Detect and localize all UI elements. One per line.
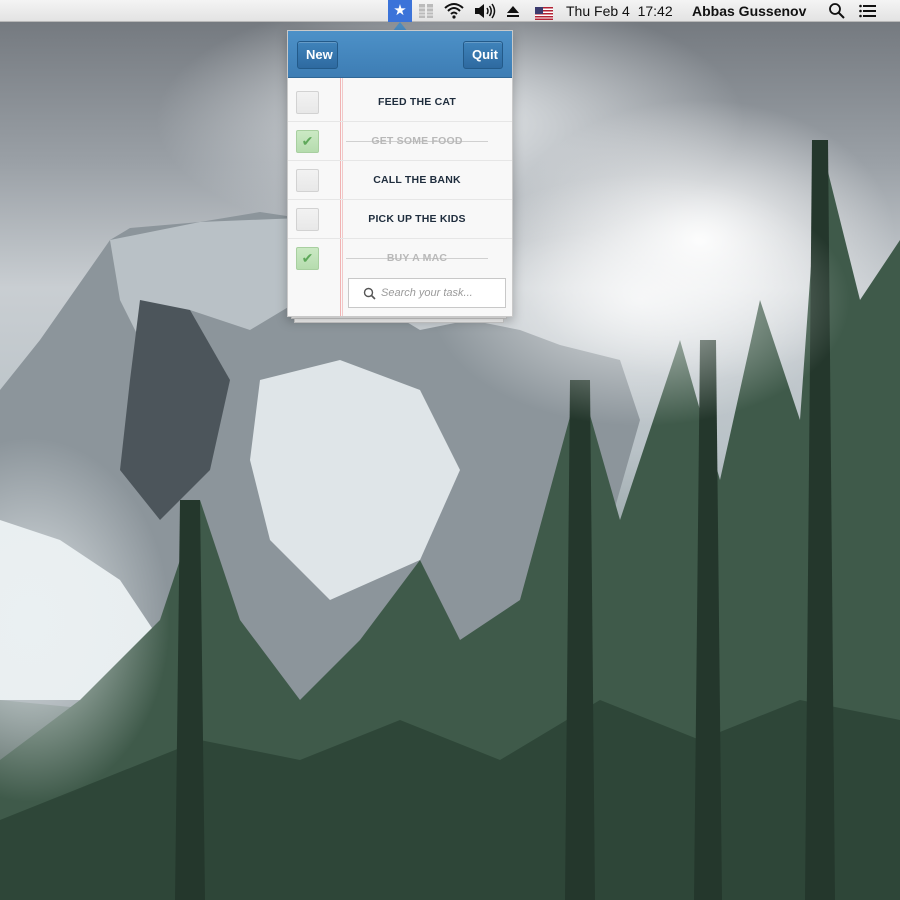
eject-icon[interactable] xyxy=(505,0,521,22)
new-button[interactable]: New xyxy=(297,41,338,69)
wifi-icon[interactable] xyxy=(443,0,465,22)
popover-stack-shadow xyxy=(294,318,504,323)
task-label: GET SOME FOOD xyxy=(371,135,463,147)
checkmark-icon[interactable]: ✔ xyxy=(296,130,319,153)
task-row[interactable]: ✔ BUY A MAC xyxy=(288,239,512,278)
date-time[interactable]: Thu Feb 4 17:42 xyxy=(566,0,673,22)
us-flag-icon[interactable] xyxy=(535,4,553,20)
task-label: CALL THE BANK xyxy=(373,174,461,186)
task-row[interactable]: CALL THE BANK xyxy=(288,161,512,200)
search-input[interactable] xyxy=(381,283,499,303)
user-name[interactable]: Abbas Gussenov xyxy=(692,0,806,22)
task-label: PICK UP THE KIDS xyxy=(368,213,466,225)
task-checkbox[interactable] xyxy=(296,91,319,114)
task-checkbox[interactable] xyxy=(296,169,319,192)
spotlight-search-icon[interactable] xyxy=(828,0,846,22)
checkmark-icon[interactable]: ✔ xyxy=(296,247,319,270)
star-icon[interactable]: ★ xyxy=(388,0,412,22)
task-checkbox[interactable] xyxy=(296,208,319,231)
task-row[interactable]: ✔ GET SOME FOOD xyxy=(288,122,512,161)
task-label: FEED THE CAT xyxy=(377,96,457,108)
quit-button[interactable]: Quit xyxy=(463,41,503,69)
menu-bar: ★ Thu Feb 4 17:42 Abbas Gussenov xyxy=(0,0,900,22)
popover-header: New Quit xyxy=(288,31,512,78)
bars-icon[interactable] xyxy=(418,0,434,22)
task-label: BUY A MAC xyxy=(386,252,448,264)
search-icon xyxy=(363,287,376,300)
todo-popover: New Quit FEED THE CAT ✔ GET SOME FOOD CA… xyxy=(287,30,513,317)
volume-icon[interactable] xyxy=(473,0,497,22)
notification-center-icon[interactable] xyxy=(858,0,878,22)
search-field[interactable] xyxy=(348,278,506,308)
task-row[interactable]: FEED THE CAT xyxy=(288,83,512,122)
task-row[interactable]: PICK UP THE KIDS xyxy=(288,200,512,239)
